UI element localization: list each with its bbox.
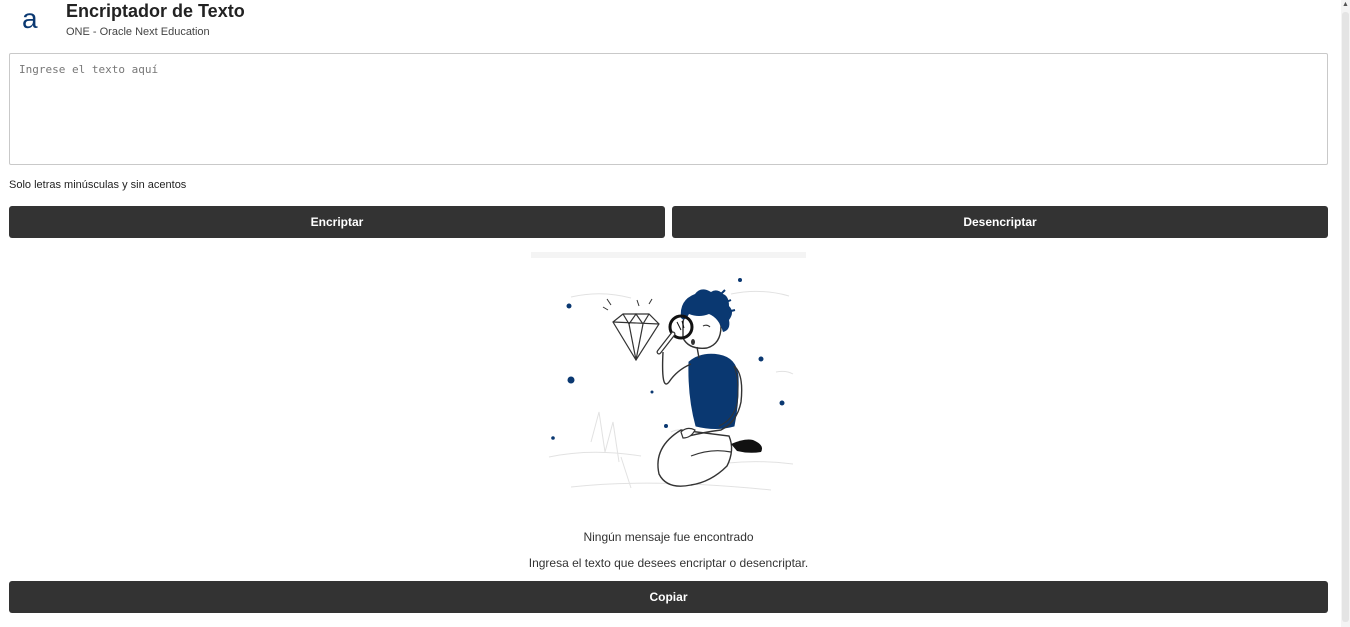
scroll-thumb[interactable] <box>1342 12 1349 622</box>
search-illustration <box>531 252 806 507</box>
page: a Encriptador de Texto ONE - Oracle Next… <box>0 0 1350 627</box>
input-hint: Solo letras minúsculas y sin acentos <box>9 179 187 191</box>
encrypt-button[interactable]: Encriptar <box>9 206 665 238</box>
copy-button[interactable]: Copiar <box>9 581 1328 613</box>
scroll-up-arrow-icon[interactable]: ▲ <box>1342 0 1349 10</box>
page-scrollbar[interactable]: ▲ <box>1341 0 1350 627</box>
decrypt-button[interactable]: Desencriptar <box>672 206 1328 238</box>
empty-message-title: Ningún mensaje fue encontrado <box>583 530 754 544</box>
page-title: Encriptador de Texto <box>66 1 245 21</box>
logo: a <box>22 3 38 34</box>
text-input[interactable] <box>9 53 1328 165</box>
empty-message-body: Ingresa el texto que desees encriptar o … <box>528 556 809 570</box>
page-subtitle: ONE - Oracle Next Education <box>66 26 210 38</box>
